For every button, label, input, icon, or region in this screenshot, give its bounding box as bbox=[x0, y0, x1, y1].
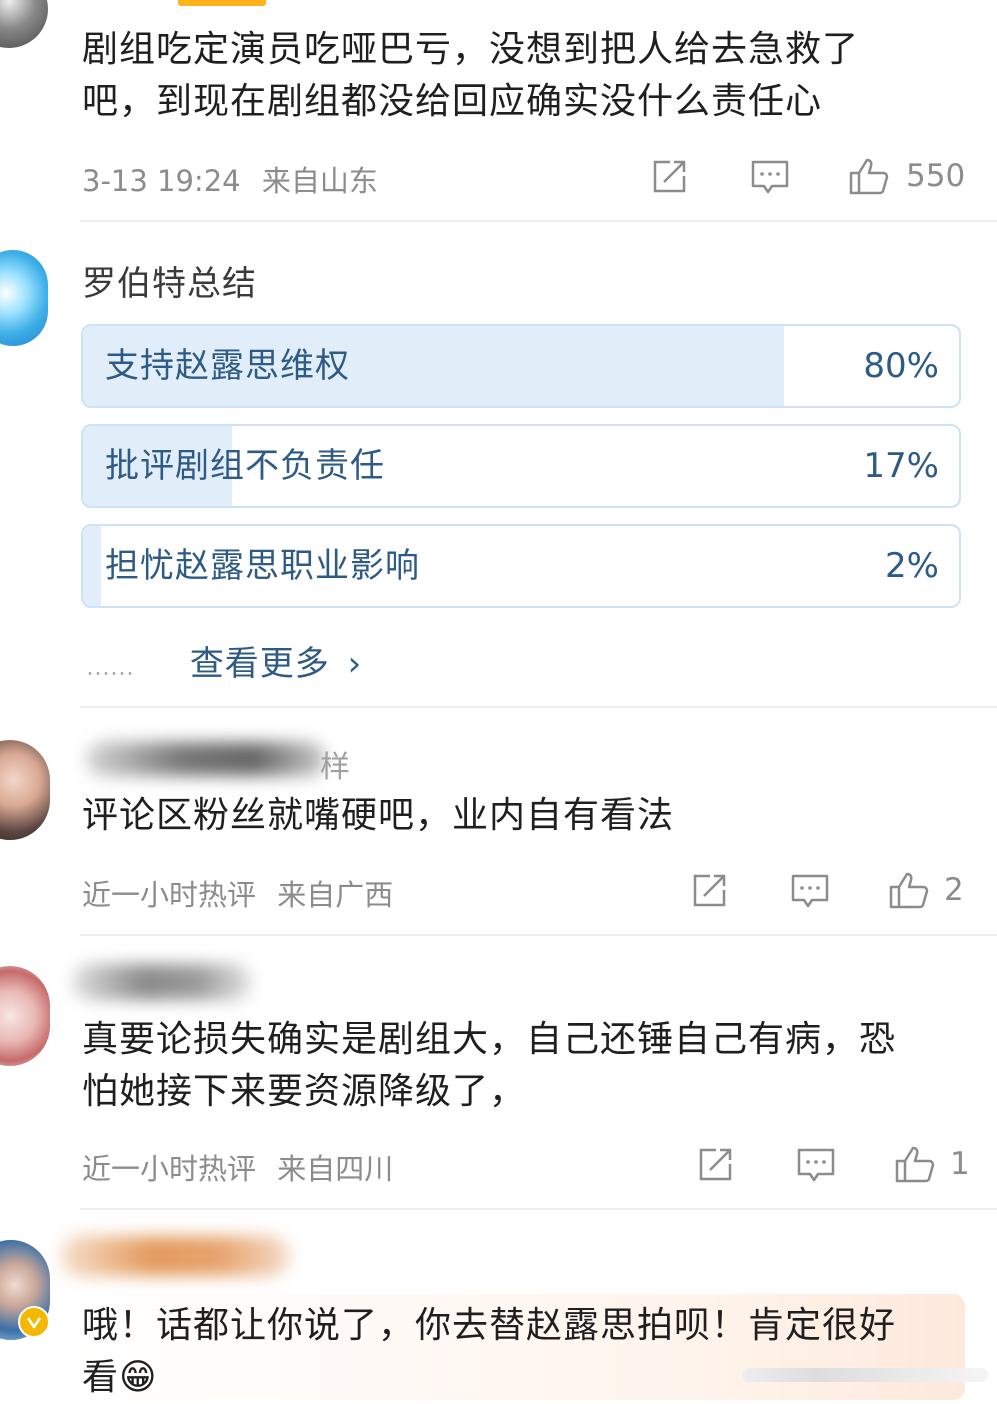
like-count: 550 bbox=[906, 158, 966, 194]
like-count: 1 bbox=[950, 1146, 970, 1182]
thumbs-up-icon bbox=[889, 872, 929, 909]
blurred-username bbox=[72, 964, 252, 1000]
divider bbox=[80, 934, 997, 936]
comment-icon[interactable] bbox=[750, 158, 790, 196]
comment-text: 剧组吃定演员吃哑巴亏，没想到把人给去急救了 吧，到现在剧组都没给回应确实没什么责… bbox=[82, 29, 860, 122]
like-button[interactable]: 1 bbox=[894, 1144, 970, 1184]
poll-title: 罗伯特总结 bbox=[82, 264, 257, 304]
comment-text: 真要论损失确实是剧组大，自己还锤自己有病，恐 怕她接下来要资源降级了， bbox=[82, 1019, 897, 1112]
comment-icon[interactable] bbox=[790, 872, 830, 910]
share-icon[interactable] bbox=[650, 158, 688, 196]
username-tail: 样 bbox=[320, 750, 350, 785]
avatar[interactable] bbox=[0, 0, 48, 48]
comment-text: 哦！话都让你说了，你去替赵露思拍呗！肯定很好 看😁 bbox=[82, 1305, 897, 1398]
poll-option-percent: 2% bbox=[885, 546, 939, 586]
view-more-link[interactable]: …… 查看更多 › bbox=[86, 636, 362, 685]
poll-avatar[interactable] bbox=[0, 250, 48, 346]
poll-option-percent: 80% bbox=[863, 346, 939, 386]
comment-location: 来自广西 bbox=[277, 878, 394, 912]
comment-meta: 3-13 19:24 来自山东 bbox=[82, 158, 378, 200]
poll-option-label: 担忧赵露思职业影响 bbox=[105, 546, 420, 586]
verified-badge-icon bbox=[18, 1306, 50, 1338]
like-button[interactable]: 550 bbox=[848, 156, 965, 196]
more-label: 查看更多 bbox=[189, 644, 330, 684]
scrollbar-handle[interactable] bbox=[742, 1368, 988, 1382]
poll-option-label: 支持赵露思维权 bbox=[105, 346, 350, 386]
comment-time: 3-13 19:24 bbox=[82, 164, 241, 198]
divider bbox=[80, 706, 997, 708]
divider bbox=[80, 1208, 997, 1210]
poll-option-fill bbox=[83, 526, 101, 606]
poll-option[interactable]: 批评剧组不负责任 17% bbox=[81, 424, 961, 508]
share-icon[interactable] bbox=[690, 872, 728, 910]
chevron-right-icon: › bbox=[347, 644, 363, 684]
divider bbox=[80, 220, 997, 222]
more-dots: …… bbox=[86, 653, 134, 681]
blurred-username bbox=[86, 742, 326, 776]
share-icon[interactable] bbox=[696, 1146, 734, 1184]
comment-time: 近一小时热评 bbox=[82, 1152, 257, 1186]
comment-location: 来自山东 bbox=[261, 164, 378, 198]
poll-option-label: 批评剧组不负责任 bbox=[105, 446, 385, 486]
thumbs-up-icon bbox=[895, 1146, 935, 1183]
avatar[interactable] bbox=[0, 740, 50, 840]
like-count: 2 bbox=[944, 872, 964, 908]
comment-meta: 近一小时热评 来自广西 bbox=[82, 872, 393, 914]
thumbs-up-icon bbox=[849, 158, 889, 195]
comment-icon[interactable] bbox=[796, 1146, 836, 1184]
comment-text: 评论区粉丝就嘴硬吧，业内自有看法 bbox=[82, 795, 675, 836]
top-tab-indicator bbox=[178, 0, 266, 6]
like-button[interactable]: 2 bbox=[888, 870, 964, 910]
poll-option[interactable]: 支持赵露思维权 80% bbox=[81, 324, 961, 408]
avatar[interactable] bbox=[0, 966, 50, 1066]
comment-location: 来自四川 bbox=[277, 1152, 394, 1186]
poll-option[interactable]: 担忧赵露思职业影响 2% bbox=[81, 524, 961, 608]
poll-option-percent: 17% bbox=[863, 446, 939, 486]
comment-meta: 近一小时热评 来自四川 bbox=[82, 1146, 393, 1188]
comment-time: 近一小时热评 bbox=[82, 878, 257, 912]
blurred-username bbox=[60, 1236, 290, 1276]
